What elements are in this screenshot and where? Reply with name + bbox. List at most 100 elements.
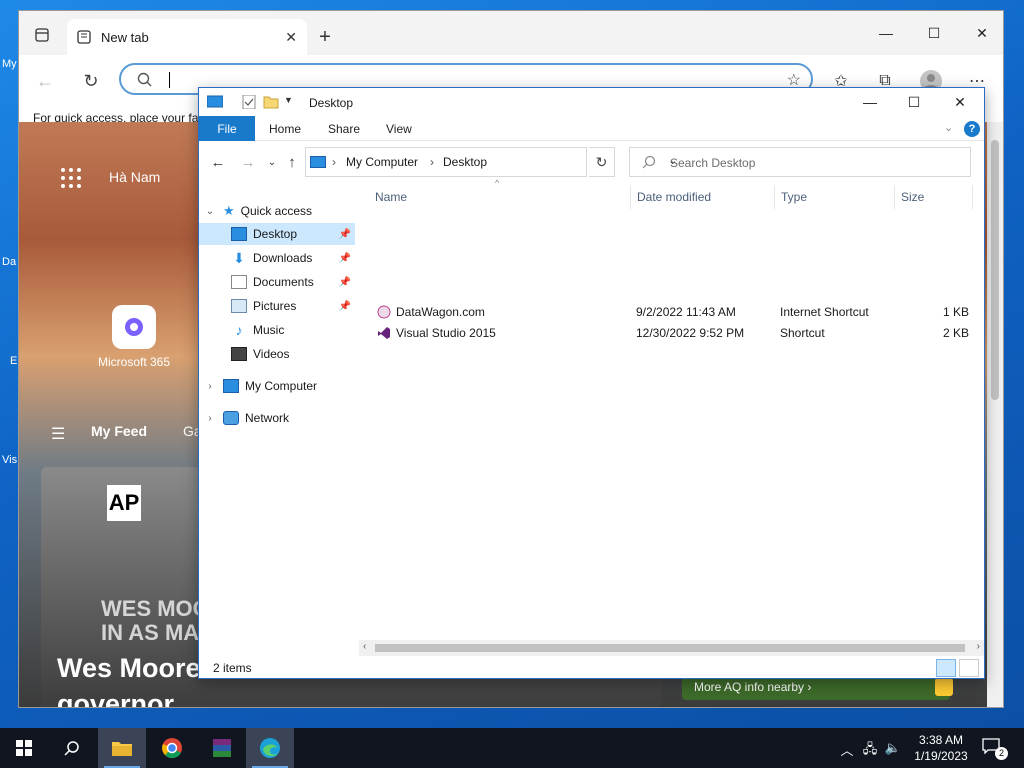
scrollbar-thumb[interactable] — [991, 140, 999, 400]
pin-icon[interactable]: 📌 — [339, 301, 351, 312]
breadcrumb-separator-icon[interactable]: › — [430, 155, 434, 169]
pin-icon[interactable]: 📌 — [339, 253, 351, 264]
expand-ribbon-icon[interactable]: ⌄ — [944, 121, 953, 134]
star-icon: ★ — [223, 203, 235, 218]
tab-share[interactable]: Share — [328, 116, 360, 141]
taskbar-file-explorer[interactable] — [98, 728, 146, 768]
breadcrumb-my-computer[interactable]: My Computer — [346, 155, 418, 169]
navigation-row: ← → ⌄ ↑ › My Computer › Desktop ⌄ ↻ Sear… — [199, 143, 984, 181]
nav-label: My Computer — [245, 379, 318, 393]
desktop-icon-label[interactable]: Da — [2, 256, 16, 268]
quick-access-toolbar-dropdown-icon[interactable]: ▼ — [284, 95, 293, 105]
file-list: ^ Name Date modified Type Size DataWagon… — [359, 178, 984, 641]
show-hidden-icons-icon[interactable]: ︿ — [838, 740, 856, 758]
network-status-icon[interactable]: 🖧 — [861, 740, 879, 756]
breadcrumb-separator-icon[interactable]: › — [332, 155, 336, 169]
pin-icon[interactable]: 📌 — [339, 229, 351, 240]
desktop-icon-label[interactable]: Vis — [2, 454, 17, 466]
desktop-icon-label[interactable]: E — [10, 355, 17, 367]
nav-downloads[interactable]: ⬇ Downloads 📌 — [199, 247, 355, 269]
search-button[interactable] — [48, 728, 96, 768]
search-icon — [64, 741, 79, 756]
refresh-button[interactable]: ↻ — [77, 67, 105, 95]
microsoft-365-tile[interactable] — [112, 305, 156, 349]
weather-location[interactable]: Hà Nam — [109, 169, 160, 185]
search-box[interactable]: Search Desktop — [629, 147, 971, 177]
help-icon[interactable]: ? — [964, 121, 980, 137]
clock-time: 3:38 AM — [918, 733, 964, 747]
computer-icon — [310, 156, 326, 168]
up-button[interactable]: ↑ — [281, 151, 303, 173]
nav-pictures[interactable]: Pictures 📌 — [199, 295, 355, 317]
collapse-chevron-icon[interactable]: ⌄ — [203, 206, 217, 217]
back-button[interactable]: ← — [207, 151, 229, 173]
clock[interactable]: 3:38 AM 1/19/2023 — [905, 732, 977, 764]
apps-launcher-icon[interactable] — [61, 168, 81, 188]
file-size: 2 KB — [943, 326, 970, 340]
nav-documents[interactable]: Documents 📌 — [199, 271, 355, 293]
taskbar-winrar[interactable] — [198, 728, 246, 768]
scroll-left-icon[interactable]: ‹ — [363, 641, 366, 652]
ribbon: File Home Share View ⌄ ? — [199, 116, 984, 141]
nav-desktop[interactable]: Desktop 📌 — [199, 223, 355, 245]
explorer-close-button[interactable]: ✕ — [937, 90, 983, 114]
computer-icon — [223, 379, 239, 393]
nav-music[interactable]: ♪ Music — [199, 319, 355, 341]
large-icons-view-icon[interactable] — [959, 659, 979, 677]
column-header-name[interactable]: Name — [369, 185, 631, 209]
scroll-right-icon[interactable]: › — [977, 641, 980, 652]
tab-new-tab[interactable]: New tab ✕ — [67, 19, 307, 55]
column-header-date-modified[interactable]: Date modified — [631, 185, 775, 209]
details-view-icon[interactable] — [936, 659, 956, 677]
start-button[interactable] — [0, 728, 48, 768]
nav-network[interactable]: › Network — [203, 407, 357, 429]
feed-menu-icon[interactable]: ☰ — [51, 424, 65, 444]
file-row[interactable]: Visual Studio 2015 12/30/2022 9:52 PM Sh… — [375, 323, 975, 343]
tab-view[interactable]: View — [386, 116, 412, 141]
minimize-button[interactable]: — — [863, 19, 909, 47]
nav-my-computer[interactable]: › My Computer — [203, 375, 357, 397]
browser-scrollbar[interactable] — [987, 122, 1003, 707]
recent-locations-icon[interactable]: ⌄ — [261, 151, 283, 173]
new-folder-icon[interactable] — [263, 95, 279, 109]
back-button[interactable]: ← — [31, 67, 59, 95]
refresh-icon[interactable]: ↻ — [589, 147, 615, 177]
tab-my-feed[interactable]: My Feed — [91, 423, 147, 439]
close-window-button[interactable]: ✕ — [959, 19, 1003, 47]
column-header-size[interactable]: Size — [895, 185, 973, 209]
nav-label: Pictures — [253, 299, 297, 313]
horizontal-scrollbar[interactable]: ‹ › — [359, 640, 984, 656]
file-row[interactable]: DataWagon.com 9/2/2022 11:43 AM Internet… — [375, 302, 975, 322]
address-input-caret — [169, 72, 170, 88]
explorer-maximize-button[interactable]: ☐ — [891, 90, 937, 114]
properties-icon[interactable] — [241, 95, 257, 109]
volume-icon[interactable]: 🔈 — [884, 740, 902, 756]
scrollbar-thumb[interactable] — [375, 644, 965, 652]
pin-icon[interactable]: 📌 — [339, 277, 351, 288]
chrome-icon — [162, 738, 182, 759]
taskbar-edge[interactable] — [246, 728, 294, 768]
maximize-button[interactable]: ☐ — [911, 19, 957, 47]
column-header-type[interactable]: Type — [775, 185, 895, 209]
tab-file[interactable]: File — [199, 116, 255, 141]
breadcrumb-desktop[interactable]: Desktop — [443, 155, 487, 169]
expand-chevron-icon[interactable]: › — [203, 413, 217, 424]
new-tab-page-icon — [77, 30, 91, 44]
clock-date: 1/19/2023 — [914, 749, 968, 763]
new-tab-button[interactable]: + — [313, 25, 337, 49]
news-headline-line: Wes Moore — [57, 653, 201, 683]
nav-quick-access[interactable]: ⌄ ★ Quick access — [203, 200, 357, 222]
close-tab-icon[interactable]: ✕ — [285, 29, 297, 46]
forward-button[interactable]: → — [237, 151, 259, 173]
tab-home[interactable]: Home — [269, 116, 301, 141]
explorer-address-bar[interactable]: › My Computer › Desktop ⌄ — [305, 147, 677, 177]
expand-chevron-icon[interactable]: › — [203, 381, 217, 392]
weather-icon — [935, 678, 953, 696]
taskbar-chrome[interactable] — [148, 728, 196, 768]
explorer-minimize-button[interactable]: — — [847, 90, 893, 114]
desktop-icon-label[interactable]: My — [2, 58, 17, 70]
nav-videos[interactable]: Videos — [199, 343, 355, 365]
notification-center-icon[interactable]: 2 — [982, 738, 1008, 760]
tab-actions-icon[interactable] — [27, 23, 57, 47]
desktop-folder-icon — [231, 227, 247, 241]
